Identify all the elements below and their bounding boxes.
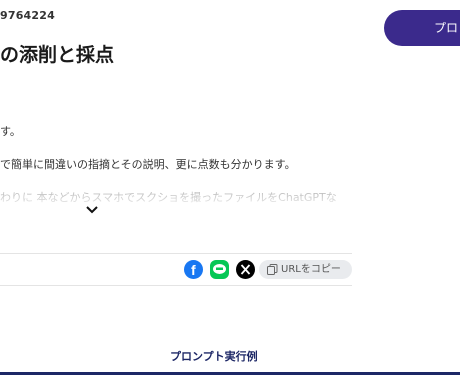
prompt-action-label: プロ	[434, 21, 459, 35]
active-tab-underline	[0, 372, 460, 375]
tab-prompt-exec-example[interactable]: プロンプト実行例	[170, 348, 258, 364]
description-line-3: わりに 本などからスマホでスクショを撮ったファイルをChatGPTな	[0, 191, 337, 204]
copy-icon	[267, 264, 278, 275]
description-line-1: す。	[0, 125, 21, 138]
page-title: の添削と採点	[0, 44, 115, 66]
divider	[0, 285, 352, 286]
divider	[0, 253, 352, 254]
prompt-id: 9764224	[0, 9, 55, 22]
x-icon[interactable]	[236, 260, 255, 279]
svg-text:f: f	[191, 262, 196, 278]
line-icon[interactable]	[210, 260, 229, 279]
description-line-2: で簡単に間違いの指摘とその説明、更に点数も分かります。	[0, 158, 296, 171]
facebook-icon[interactable]: f	[184, 260, 203, 279]
prompt-action-button[interactable]: プロ	[384, 10, 460, 46]
copy-url-button[interactable]: URLをコピー	[259, 260, 352, 279]
copy-url-label: URLをコピー	[281, 264, 341, 275]
chevron-down-icon[interactable]	[84, 202, 100, 218]
